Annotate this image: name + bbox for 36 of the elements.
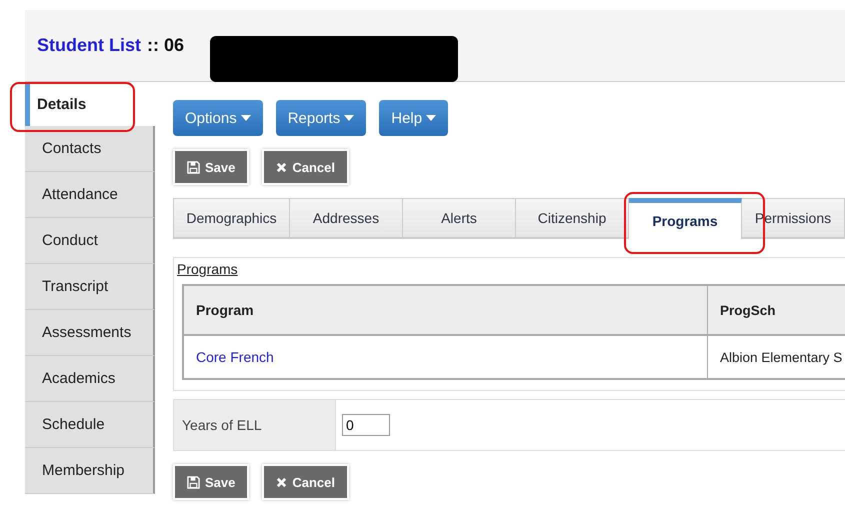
- floppy-icon: [187, 476, 200, 488]
- tab[interactable]: Addresses: [290, 198, 403, 238]
- floppy-icon: [187, 160, 200, 174]
- record-number: :: 06: [147, 35, 184, 56]
- column-header: ProgSch: [719, 302, 777, 320]
- cancel-button[interactable]: Cancel: [262, 464, 350, 500]
- tab[interactable]: Citizenship: [516, 198, 629, 238]
- table-cell-text: Albion Elementary S: [719, 348, 844, 367]
- close-icon: [276, 162, 288, 172]
- menu-button[interactable]: Help: [379, 100, 448, 136]
- sidebar-item[interactable]: Attendance: [25, 172, 155, 218]
- sidebar-item[interactable]: Schedule: [25, 402, 155, 448]
- caret-icon: [240, 115, 251, 121]
- programs-link[interactable]: Programs: [177, 261, 238, 277]
- years-input[interactable]: 0: [342, 414, 390, 436]
- column-header: Program: [184, 286, 708, 334]
- sidebar-item[interactable]: Assessments: [25, 310, 155, 356]
- menu-button[interactable]: Reports: [276, 100, 366, 136]
- save-button[interactable]: Save: [173, 464, 250, 500]
- field-label: Years of ELL: [174, 400, 336, 450]
- sidebar-item[interactable]: Academics: [25, 356, 155, 402]
- sidebar-item[interactable]: Membership: [25, 448, 155, 494]
- sidebar-item[interactable]: Transcript: [25, 264, 155, 310]
- menu-button[interactable]: Options: [173, 100, 263, 136]
- caret-icon: [426, 115, 436, 121]
- save-button[interactable]: Save: [173, 149, 250, 185]
- sidebar-item[interactable]: Conduct: [25, 218, 155, 264]
- page-title: Student List: [37, 35, 141, 56]
- program-link[interactable]: Core French: [184, 336, 708, 378]
- tab[interactable]: Programs: [629, 198, 742, 239]
- cancel-button[interactable]: Cancel: [262, 149, 350, 185]
- tab[interactable]: Alerts: [403, 198, 516, 238]
- caret-icon: [344, 115, 354, 121]
- sidebar-item[interactable]: Contacts: [25, 126, 155, 172]
- close-icon: [276, 476, 288, 488]
- tab[interactable]: Demographics: [173, 198, 290, 238]
